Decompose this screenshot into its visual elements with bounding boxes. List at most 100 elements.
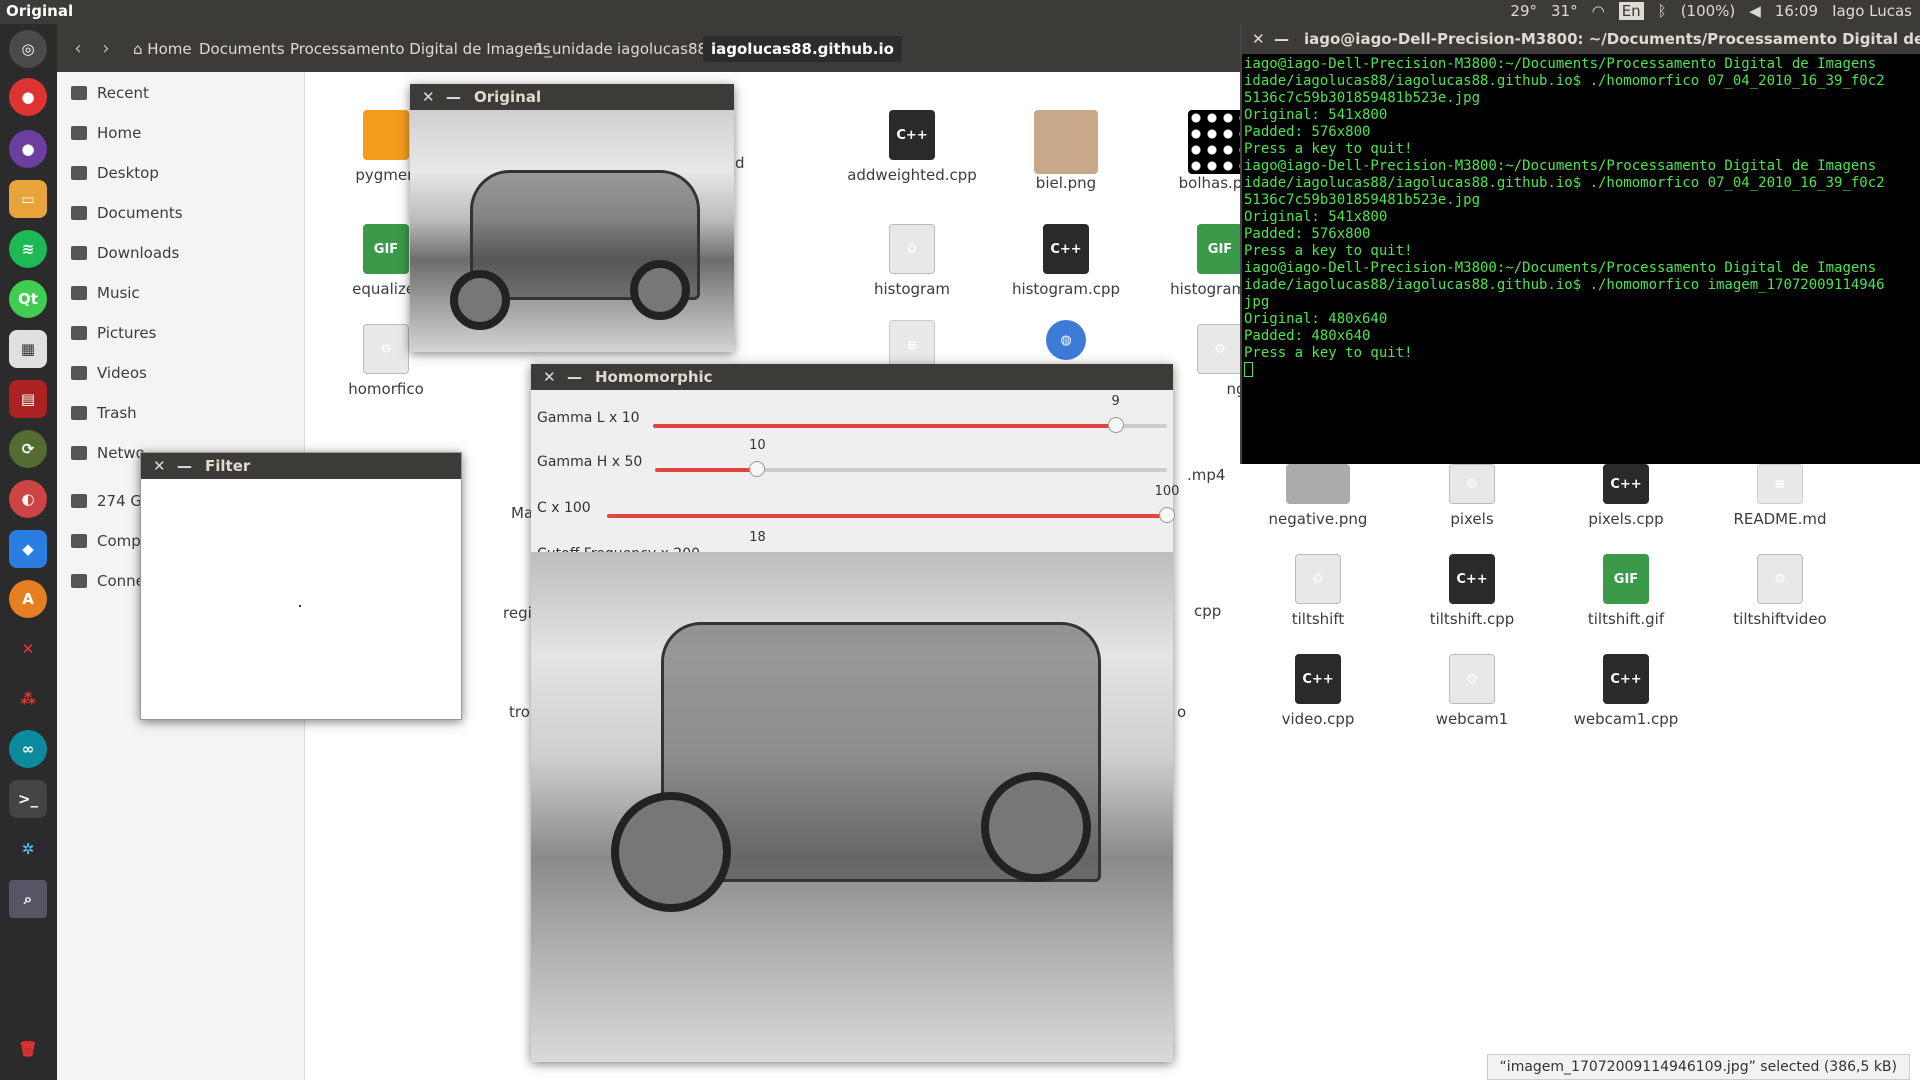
qt-creator-icon[interactable]: Qt xyxy=(9,280,47,318)
slider-c[interactable]: C x 100 100 xyxy=(537,484,1179,524)
file-item[interactable]: C++ addweighted.cpp xyxy=(837,110,987,184)
file-item[interactable]: ≡ README.md xyxy=(1705,464,1855,528)
file-label-partial[interactable]: .mp4 xyxy=(1187,466,1225,484)
file-item[interactable]: ◍ xyxy=(991,320,1141,366)
minimize-icon[interactable]: — xyxy=(567,364,582,390)
sidebar-item-recent[interactable]: Recent xyxy=(71,80,149,106)
slider-track[interactable] xyxy=(655,461,1167,477)
sidebar-item-downloads[interactable]: Downloads xyxy=(71,240,179,266)
crumb-pdi[interactable]: Processamento Digital de Imagens xyxy=(286,36,555,62)
sidebar-item-music[interactable]: Music xyxy=(71,280,140,306)
minimize-icon[interactable]: — xyxy=(1274,24,1289,54)
file-item[interactable]: C++ video.cpp xyxy=(1243,654,1393,728)
file-item[interactable]: GIF tiltshift.gif xyxy=(1551,554,1701,628)
forward-icon[interactable]: › xyxy=(93,36,119,62)
tor-browser-icon[interactable]: ● xyxy=(9,130,47,168)
sidebar-item-desktop[interactable]: Desktop xyxy=(71,160,159,186)
minimize-icon[interactable]: — xyxy=(446,84,461,110)
volume-icon[interactable]: ◀ xyxy=(1749,2,1761,20)
file-item[interactable]: ⚙ pixels xyxy=(1397,464,1547,528)
crumb-active[interactable]: iagolucas88.github.io xyxy=(703,36,902,62)
sidebar-item-connect[interactable]: Conne xyxy=(71,568,145,594)
crumb-iagolucas88[interactable]: iagolucas88 xyxy=(613,36,711,62)
file-item[interactable]: C++ histogram.cpp xyxy=(991,224,1141,298)
dots-app-icon[interactable]: ⁂ xyxy=(9,680,47,718)
file-item[interactable]: ⚙ webcam1 xyxy=(1397,654,1547,728)
file-label: tiltshift.gif xyxy=(1587,610,1665,628)
file-label-partial[interactable]: d xyxy=(735,154,745,172)
bluetooth-icon[interactable]: ᛒ xyxy=(1658,2,1667,20)
chrome-icon[interactable]: ● xyxy=(9,78,47,116)
file-item[interactable]: ⚙ tiltshiftvideo xyxy=(1705,554,1855,628)
wifi-icon[interactable]: ◠ xyxy=(1592,2,1605,20)
sidebar-item-documents[interactable]: Documents xyxy=(71,200,183,226)
arduino-icon[interactable]: ∞ xyxy=(9,730,47,768)
slider-knob[interactable] xyxy=(1107,417,1124,433)
disk-icon xyxy=(71,494,87,508)
file-item[interactable]: C++ tiltshift.cpp xyxy=(1397,554,1547,628)
trash-launcher-icon[interactable]: 🗑 xyxy=(9,1030,47,1068)
terminal-window[interactable]: ✕ — iago@iago-Dell-Precision-M3800: ~/Do… xyxy=(1240,24,1920,464)
slider-knob[interactable] xyxy=(749,461,766,477)
sidebar-item-home[interactable]: Home xyxy=(71,120,141,146)
file-label-partial[interactable]: regi xyxy=(503,604,532,622)
terminal-titlebar[interactable]: ✕ — iago@iago-Dell-Precision-M3800: ~/Do… xyxy=(1242,24,1920,54)
file-item[interactable]: C++ webcam1.cpp xyxy=(1551,654,1701,728)
crumb-home[interactable]: ⌂ Home xyxy=(129,36,196,62)
close-icon[interactable]: ✕ xyxy=(153,453,166,479)
slider-gamma-h[interactable]: Gamma H x 50 10 xyxy=(537,438,1173,478)
file-label-partial[interactable]: o xyxy=(1177,703,1186,721)
weather-indicator-1[interactable]: 29° xyxy=(1510,2,1537,20)
slider-knob[interactable] xyxy=(1159,507,1175,523)
minimize-icon[interactable]: — xyxy=(177,453,192,479)
file-item[interactable]: C++ pixels.cpp xyxy=(1551,464,1701,528)
indicator-area[interactable]: 29° 31° ◠ En ᛒ (100%) ◀ 16:09 Iago Lucas xyxy=(1510,2,1912,20)
file-item[interactable]: ⚙ tiltshift xyxy=(1243,554,1393,628)
back-icon[interactable]: ‹ xyxy=(65,36,91,62)
slider-track[interactable] xyxy=(607,507,1175,523)
file-item[interactable]: biel.png xyxy=(991,110,1141,192)
file-label-partial[interactable]: tro xyxy=(509,703,530,721)
filter-titlebar[interactable]: ✕ — Filter xyxy=(141,453,461,479)
apps-grid-icon[interactable]: ▦ xyxy=(9,330,47,368)
sidebar-item-trash[interactable]: Trash xyxy=(71,400,137,426)
sidebar-item-videos[interactable]: Videos xyxy=(71,360,147,386)
user-menu[interactable]: Iago Lucas xyxy=(1832,2,1912,20)
homomorphic-titlebar[interactable]: ✕ — Homomorphic xyxy=(531,364,1173,390)
files-icon[interactable]: ▭ xyxy=(9,180,47,218)
toggle-app-icon[interactable]: ◐ xyxy=(9,480,47,518)
sync-icon[interactable]: ⟳ xyxy=(9,430,47,468)
battery-indicator[interactable]: (100%) xyxy=(1681,2,1736,20)
close-icon[interactable]: ✕ xyxy=(422,84,435,110)
terminal-icon[interactable]: >_ xyxy=(9,780,47,818)
file-label: webcam1.cpp xyxy=(1573,710,1679,728)
close-icon[interactable]: ✕ xyxy=(543,364,556,390)
close-icon[interactable]: ✕ xyxy=(1252,24,1265,54)
sidebar-item-computer[interactable]: Comp xyxy=(71,528,141,554)
sidebar-item-pictures[interactable]: Pictures xyxy=(71,320,156,346)
terminal-line: Original: 480x640 xyxy=(1244,311,1388,327)
original-titlebar[interactable]: ✕ — Original xyxy=(410,84,734,110)
terminal-line: iago@iago-Dell-Precision-M3800:~/Documen… xyxy=(1244,158,1877,174)
terminal-output[interactable]: iago@iago-Dell-Precision-M3800:~/Documen… xyxy=(1242,54,1920,377)
crumb-documents[interactable]: Documents xyxy=(195,36,289,62)
file-item[interactable]: ⚙ histogram xyxy=(837,224,987,298)
dash-icon[interactable]: ◎ xyxy=(9,30,47,68)
slider-gamma-l[interactable]: Gamma L x 10 9 xyxy=(537,394,1173,434)
crumb-unidade[interactable]: 1_unidade xyxy=(531,36,617,62)
sidebar-item-network[interactable]: Netwo xyxy=(71,440,145,466)
file-label-partial[interactable]: cpp xyxy=(1194,602,1221,620)
file-label-partial[interactable]: Ma xyxy=(511,504,533,522)
dropbox-icon[interactable]: ◆ xyxy=(9,530,47,568)
molecule-app-icon[interactable]: ✲ xyxy=(9,830,47,868)
file-item[interactable]: negative.png xyxy=(1243,464,1393,528)
weather-indicator-2[interactable]: 31° xyxy=(1551,2,1578,20)
spotify-icon[interactable]: ≋ xyxy=(9,230,47,268)
bird-app-icon[interactable]: ✕ xyxy=(9,630,47,668)
keyboard-layout-indicator[interactable]: En xyxy=(1618,2,1644,20)
slider-track[interactable] xyxy=(653,417,1167,433)
software-center-icon[interactable]: A xyxy=(9,580,47,618)
clock[interactable]: 16:09 xyxy=(1775,2,1818,20)
terminal-red-icon[interactable]: ▤ xyxy=(9,380,47,418)
search-app-icon[interactable]: ⌕ xyxy=(9,880,47,918)
